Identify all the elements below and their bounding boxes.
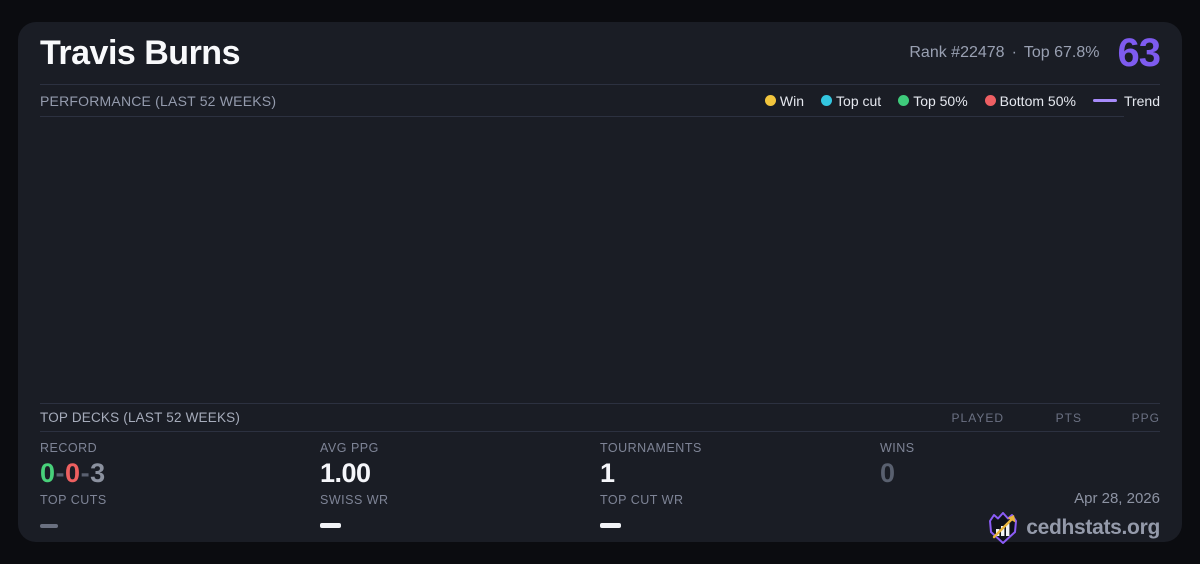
stat-avg-ppg: AVG PPG 1.00 xyxy=(320,441,600,493)
stat-label: WINS xyxy=(880,441,915,455)
legend-item-top50: Top 50% xyxy=(898,92,968,109)
top-cuts-null-value xyxy=(40,524,58,528)
record-separator: - xyxy=(80,458,90,488)
top-decks-header: TOP DECKS (LAST 52 WEEKS) PLAYED PTS PPG xyxy=(40,404,1160,431)
rank-number: Rank #22478 xyxy=(909,44,1005,61)
date-text: Apr 28, 2026 xyxy=(1074,490,1160,507)
score-value: 63 xyxy=(1117,30,1161,75)
legend-label: Trend xyxy=(1123,92,1160,109)
stat-label: TOP CUTS xyxy=(40,493,107,507)
performance-section-header: PERFORMANCE (LAST 52 WEEKS) Win Top cut … xyxy=(40,84,1160,116)
column-header-ppg: PPG xyxy=(1131,410,1160,425)
performance-chart xyxy=(40,117,1160,403)
stat-swiss-wr: SWISS WR xyxy=(320,493,600,544)
top-cut-dot-icon xyxy=(821,95,833,106)
top-percent: Top 67.8% xyxy=(1023,44,1100,61)
header-right: Rank #22478 · Top 67.8% 63 xyxy=(909,30,1161,76)
stat-label: TOURNAMENTS xyxy=(600,441,702,455)
legend-label: Top cut xyxy=(836,92,882,109)
record-draws: 3 xyxy=(90,458,105,488)
record-losses: 0 xyxy=(65,458,80,488)
card-header: Travis Burns Rank #22478 · Top 67.8% 63 xyxy=(40,22,1161,84)
stat-label: AVG PPG xyxy=(320,441,379,455)
top-decks-columns: PLAYED PTS PPG xyxy=(926,411,1160,425)
stat-wins: WINS 0 xyxy=(880,441,1160,493)
cedhstats-shield-logo-icon xyxy=(989,512,1018,544)
legend-item-trend: Trend xyxy=(1092,92,1160,109)
column-header-played: PLAYED xyxy=(951,410,1004,425)
wins-value: 0 xyxy=(880,458,895,488)
stat-record: RECORD 0-0-3 xyxy=(40,441,320,493)
top50-dot-icon xyxy=(898,95,910,106)
record-value: 0-0-3 xyxy=(40,459,320,487)
rank-text: Rank #22478 · Top 67.8% xyxy=(909,44,1099,62)
record-wins: 0 xyxy=(40,458,55,488)
stat-label: TOP CUT WR xyxy=(600,493,684,507)
card-footer: Apr 28, 2026 cedhstats.org xyxy=(880,490,1160,544)
performance-title: PERFORMANCE (LAST 52 WEEKS) xyxy=(40,92,277,109)
chart-legend: Win Top cut Top 50% Bottom 50% Trend xyxy=(764,92,1160,109)
legend-label: Win xyxy=(779,92,805,109)
avg-ppg-value: 1.00 xyxy=(320,458,371,488)
win-dot-icon xyxy=(764,95,776,106)
stat-label: RECORD xyxy=(40,441,98,455)
trend-line-icon xyxy=(1092,99,1117,102)
stat-label: SWISS WR xyxy=(320,493,389,507)
rank-separator: · xyxy=(1011,44,1017,61)
legend-label: Bottom 50% xyxy=(999,92,1076,109)
tournaments-value: 1 xyxy=(600,458,615,488)
stat-top-cuts: TOP CUTS xyxy=(40,493,320,544)
page-title: Travis Burns xyxy=(40,33,240,72)
column-header-pts: PTS xyxy=(1055,410,1082,425)
legend-item-top-cut: Top cut xyxy=(821,93,881,109)
player-stats-card: Travis Burns Rank #22478 · Top 67.8% 63 PE… xyxy=(18,22,1182,544)
brand-link[interactable]: cedhstats.org xyxy=(988,512,1160,544)
brand-text: cedhstats.org xyxy=(1026,516,1160,539)
legend-label: Top 50% xyxy=(913,92,968,109)
top-cut-wr-null-value xyxy=(600,523,621,528)
swiss-wr-null-value xyxy=(320,523,341,528)
bottom50-dot-icon xyxy=(984,95,996,106)
stats-grid: RECORD 0-0-3 AVG PPG 1.00 TOURNAMENTS 1 … xyxy=(40,432,1160,544)
top-decks-title: TOP DECKS (LAST 52 WEEKS) xyxy=(40,410,241,425)
record-separator: - xyxy=(55,458,65,488)
stat-top-cut-wr: TOP CUT WR xyxy=(600,493,880,544)
legend-item-win: Win xyxy=(764,92,805,109)
legend-item-bottom50: Bottom 50% xyxy=(984,92,1076,109)
stat-tournaments: TOURNAMENTS 1 xyxy=(600,441,880,493)
